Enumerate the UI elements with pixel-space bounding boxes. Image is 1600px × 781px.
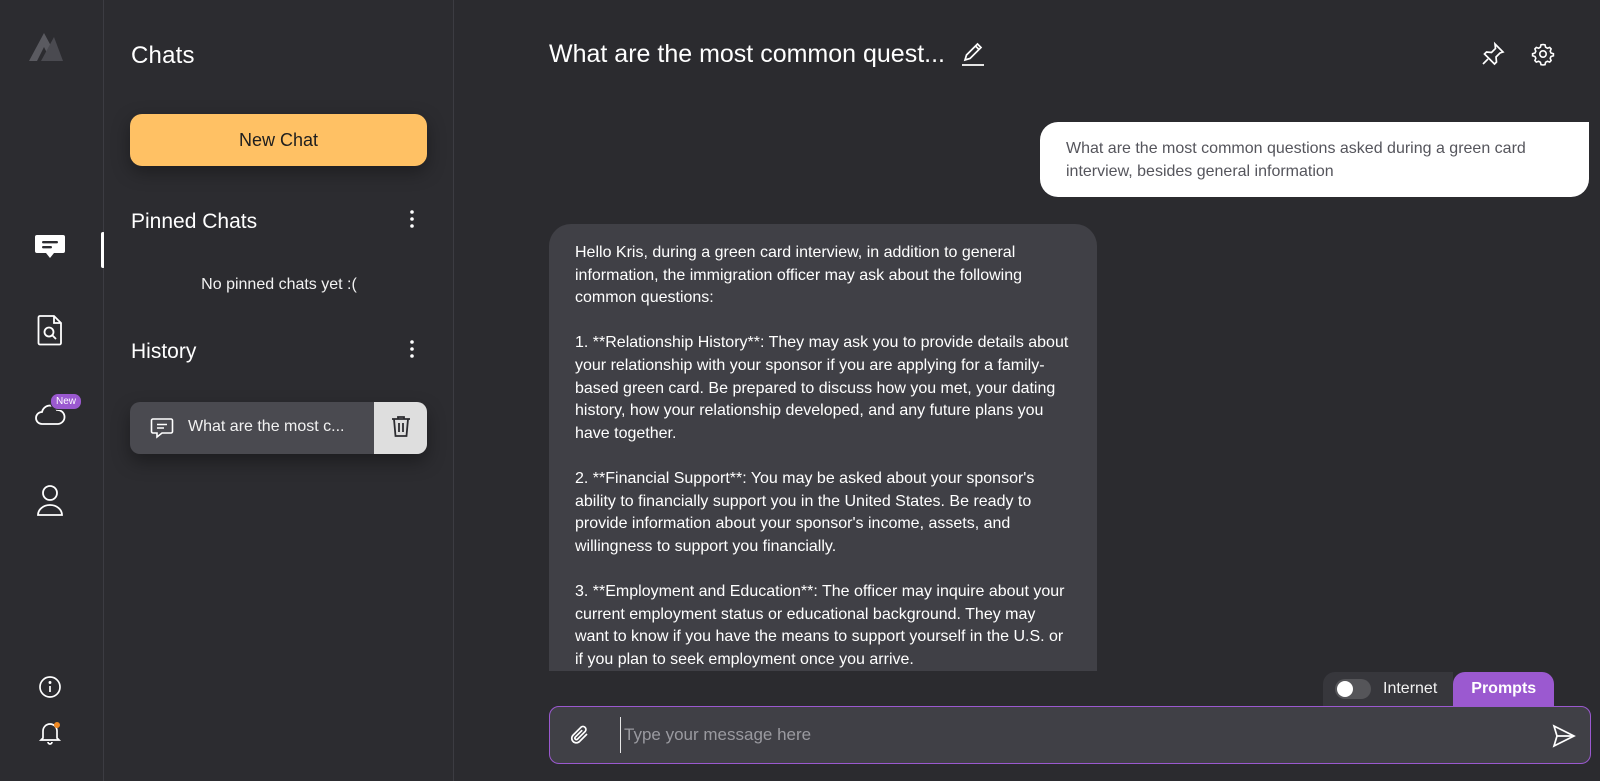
user-message-bubble: What are the most common questions asked… — [1040, 122, 1589, 197]
info-button[interactable] — [30, 669, 70, 709]
chat-title: What are the most common quest... — [549, 40, 945, 68]
attach-file-button[interactable] — [568, 723, 592, 747]
history-heading: History — [131, 340, 197, 363]
history-item[interactable]: What are the most c... — [130, 402, 427, 454]
icon-rail: New — [0, 0, 105, 781]
user-icon — [35, 483, 65, 522]
trash-icon — [390, 414, 412, 443]
internet-switch[interactable] — [1335, 679, 1371, 699]
info-icon — [38, 675, 62, 704]
pinned-chats-heading: Pinned Chats — [131, 210, 258, 233]
assistant-message-intro: Hello Kris, during a green card intervie… — [575, 244, 1023, 307]
chat-main: What are the most common quest... What a… — [454, 0, 1600, 781]
notifications-button[interactable] — [30, 715, 70, 755]
internet-label: Internet — [1383, 680, 1438, 697]
new-chat-button[interactable]: New Chat — [130, 114, 427, 166]
chat-nav-button[interactable] — [30, 228, 70, 268]
paperclip-icon — [568, 725, 592, 751]
kebab-menu-icon — [409, 209, 415, 234]
message-composer — [549, 706, 1591, 764]
chat-bubble-icon — [33, 229, 67, 268]
document-search-nav-button[interactable] — [30, 312, 70, 352]
settings-button[interactable] — [1529, 42, 1557, 70]
assistant-message-bubble: Hello Kris, during a green card intervie… — [549, 224, 1097, 671]
composer-toolbar: Internet Prompts — [1323, 672, 1555, 706]
chats-panel: Chats New Chat Pinned Chats No pinned ch… — [104, 0, 454, 781]
assistant-message-paragraph: 3. **Employment and Education**: The off… — [575, 582, 1065, 668]
document-search-icon — [35, 313, 65, 352]
pin-chat-button[interactable] — [1479, 41, 1507, 72]
assistant-message-paragraph: 1. **Relationship History**: They may as… — [575, 334, 1069, 442]
app-logo-icon — [27, 29, 65, 63]
pin-icon — [1480, 41, 1506, 72]
prompts-tab[interactable]: Prompts — [1453, 672, 1555, 706]
history-item-label: What are the most c... — [188, 418, 345, 435]
panel-title: Chats — [131, 42, 195, 69]
pinned-chats-empty-text: No pinned chats yet :( — [201, 276, 357, 293]
internet-toggle[interactable]: Internet — [1323, 672, 1454, 706]
cloud-nav-button[interactable]: New — [30, 393, 83, 436]
send-button[interactable] — [1551, 723, 1577, 749]
assistant-message-paragraph: 2. **Financial Support**: You may be ask… — [575, 469, 1035, 555]
history-menu-button[interactable] — [400, 339, 424, 363]
gear-icon — [1531, 42, 1555, 71]
edit-title-icon[interactable] — [960, 40, 986, 68]
new-badge: New — [50, 393, 83, 410]
send-icon — [1551, 724, 1577, 753]
profile-nav-button[interactable] — [30, 482, 70, 522]
message-icon — [150, 417, 174, 444]
pinned-chats-menu-button[interactable] — [400, 209, 424, 233]
message-input[interactable] — [620, 717, 1500, 753]
notification-dot — [54, 722, 60, 728]
delete-chat-button[interactable] — [374, 402, 427, 454]
kebab-menu-icon — [409, 339, 415, 364]
